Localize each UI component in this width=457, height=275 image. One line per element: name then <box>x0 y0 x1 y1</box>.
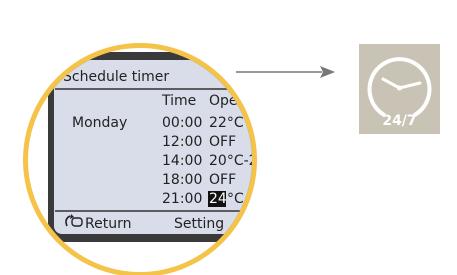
return-button[interactable]: Return <box>85 216 131 232</box>
selected-temperature-value[interactable]: 24 <box>209 191 227 207</box>
row-time: 18:00 <box>162 172 202 188</box>
controller-screen: Schedule timer Time Operat Monday 00:00 … <box>48 52 267 242</box>
clock-24-7-badge: 24/7 <box>359 44 440 134</box>
screen-title: Schedule timer <box>63 69 169 85</box>
arrow-head <box>320 66 335 78</box>
illustration: Schedule timer Time Operat Monday 00:00 … <box>23 43 440 275</box>
row-time: 00:00 <box>162 115 202 131</box>
row-operation: OFF <box>209 134 236 150</box>
row-time: 21:00 <box>162 191 202 207</box>
time-column-header: Time <box>161 93 196 109</box>
setting-button[interactable]: Setting <box>174 216 224 232</box>
row-operation: OFF <box>209 172 236 188</box>
row-time: 14:00 <box>162 153 202 169</box>
row-operation: 20°C-26 <box>209 153 267 169</box>
temperature-unit: °C <box>227 191 244 207</box>
day-label: Monday <box>72 115 127 131</box>
row-time: 12:00 <box>162 134 202 150</box>
row-operation: 22°C <box>209 115 244 131</box>
badge-label: 24/7 <box>382 113 416 129</box>
